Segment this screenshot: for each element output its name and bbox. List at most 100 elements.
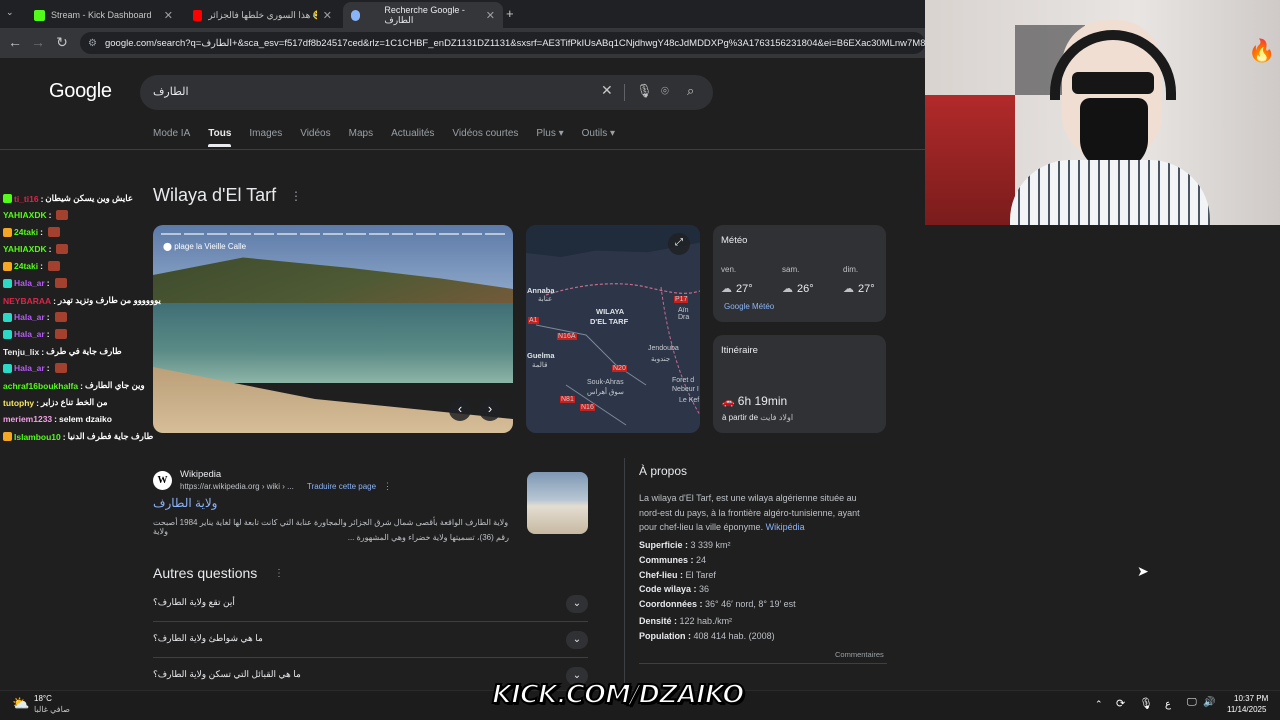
photo-sea bbox=[153, 303, 513, 383]
url-bar[interactable]: ⚙ google.com/search?q=الطارف+&sca_esv=f5… bbox=[80, 32, 925, 54]
beach-photo[interactable]: ⬤ plage la Vieille Calle ‹ › bbox=[153, 225, 513, 433]
tab-google-search[interactable]: Recherche Google - الطارف ✕ bbox=[343, 2, 503, 28]
tab-youtube-video[interactable]: هذا السوري خلطها فالجزائر 😂 - e ✕ bbox=[185, 2, 340, 28]
search-icon[interactable]: ⌕ bbox=[687, 83, 694, 99]
address-row: ← → ↻ ⚙ google.com/search?q=الطارف+&sca_… bbox=[0, 28, 925, 58]
tab-ai-mode[interactable]: Mode IA bbox=[153, 128, 190, 147]
weather-source-link[interactable]: Google Météo bbox=[724, 302, 774, 311]
striped-shirt bbox=[1010, 160, 1210, 225]
clear-icon[interactable]: ✕ bbox=[601, 82, 613, 99]
tab-more[interactable]: Plus ▾ bbox=[536, 128, 563, 147]
tabs-divider bbox=[0, 149, 925, 150]
result-thumbnail[interactable] bbox=[527, 472, 588, 534]
chevron-down-icon[interactable]: ⌄ bbox=[566, 595, 588, 613]
chat-emote bbox=[54, 312, 67, 322]
expand-map-icon[interactable]: ⤢ bbox=[668, 233, 690, 255]
result-url[interactable]: https://ar.wikipedia.org › wiki › ... bbox=[180, 482, 294, 491]
result-source[interactable]: Wikipedia bbox=[180, 469, 221, 480]
google-results-page: Google الطارف ✕ 🎙 ⌾ ⌕ Mode IA Tous Image… bbox=[0, 58, 925, 690]
chat-message: Tenju_lix: طارف جاية في طرف bbox=[3, 346, 122, 357]
tab-short-videos[interactable]: Vidéos courtes bbox=[452, 128, 518, 147]
taskbar-time[interactable]: 10:37 PM bbox=[1234, 694, 1268, 703]
chevron-down-icon[interactable]: ⌄ bbox=[566, 631, 588, 649]
map-lines bbox=[535, 283, 700, 426]
prev-photo-button[interactable]: ‹ bbox=[449, 399, 471, 421]
about-bottom-divider bbox=[639, 663, 887, 664]
weather-icon[interactable]: ⛅ bbox=[12, 695, 29, 712]
chat-message: Islambou10: طارف جاية فطرف الدنيا bbox=[3, 431, 153, 442]
search-box[interactable]: الطارف ✕ 🎙 ⌾ ⌕ bbox=[140, 75, 713, 110]
tab-close-icon[interactable]: ✕ bbox=[323, 9, 332, 22]
weather-temp: 27° bbox=[858, 283, 875, 295]
taskbar-weather-desc[interactable]: صافي غالبا bbox=[34, 705, 70, 714]
cloud-icon: ☁ bbox=[782, 283, 793, 295]
fact-code-wilaya: 36 bbox=[699, 584, 710, 594]
taskbar-date[interactable]: 11/14/2025 bbox=[1227, 705, 1266, 714]
google-logo[interactable]: Google bbox=[49, 80, 112, 103]
result-menu-icon[interactable]: ⋮ bbox=[383, 481, 392, 492]
sync-icon[interactable]: ⟳ bbox=[1116, 697, 1125, 710]
chat-message: 24taki: bbox=[3, 261, 60, 271]
language-indicator[interactable]: ع bbox=[1165, 699, 1171, 710]
new-tab-button[interactable]: + bbox=[506, 6, 514, 21]
tab-videos[interactable]: Vidéos bbox=[300, 128, 330, 147]
tab-news[interactable]: Actualités bbox=[391, 128, 434, 147]
volume-icon[interactable]: 🔊 bbox=[1203, 697, 1215, 708]
chat-badge-icon bbox=[3, 261, 12, 271]
map-label: عنابة bbox=[538, 296, 553, 303]
tab-close-icon[interactable]: ✕ bbox=[486, 9, 495, 22]
tray-expand-icon[interactable]: ⌃ bbox=[1095, 699, 1103, 710]
tab-title: Recherche Google - الطارف bbox=[384, 4, 465, 25]
region-map[interactable]: ⤢ Annaba عنابة WILAYA D'EL TARF Guelma ق… bbox=[526, 225, 700, 433]
map-label: Aïn Dra bbox=[678, 307, 690, 321]
chat-message: YAHIAXDK: bbox=[3, 210, 69, 220]
itinerary-from-place: اولاد فايت bbox=[760, 413, 794, 422]
tab-all[interactable]: Tous bbox=[208, 128, 232, 147]
map-label: قالمة bbox=[532, 362, 548, 369]
chat-emote bbox=[54, 278, 67, 288]
chat-badge-icon bbox=[3, 194, 12, 203]
map-label: Annaba bbox=[527, 286, 555, 295]
question-row[interactable]: ما هي شواطئ ولاية الطارف؟ ⌄ bbox=[153, 624, 588, 658]
map-label: WILAYA bbox=[596, 307, 625, 316]
translate-link[interactable]: Traduire cette page bbox=[307, 482, 376, 491]
reload-icon[interactable]: ↻ bbox=[53, 34, 71, 51]
wikipedia-link[interactable]: Wikipédia bbox=[766, 522, 805, 532]
feedback-link[interactable]: Commentaires bbox=[835, 650, 884, 659]
itinerary-card[interactable]: Itinéraire 🚗 6h 19min à partir de اولاد … bbox=[713, 335, 886, 433]
chat-message: NEYBARAA: يوووووو من طارف وتزيد تهدر bbox=[3, 295, 161, 306]
wikipedia-icon: W bbox=[153, 471, 172, 490]
more-options-icon[interactable]: ⋮ bbox=[290, 189, 302, 203]
taskbar-temperature[interactable]: 18°C bbox=[34, 694, 52, 703]
next-photo-button[interactable]: › bbox=[479, 399, 501, 421]
kick-url-text: KICK.COM/DZAIKO bbox=[491, 679, 745, 711]
weather-day: sam. bbox=[782, 265, 800, 274]
chat-badge-icon bbox=[3, 278, 12, 288]
network-icon[interactable]: 🖵 bbox=[1187, 697, 1197, 708]
tab-tools[interactable]: Outils ▾ bbox=[582, 128, 615, 147]
question-row[interactable]: أين تقع ولاية الطارف؟ ⌄ bbox=[153, 588, 588, 622]
chat-badge-icon bbox=[3, 363, 12, 373]
tab-kick-dashboard[interactable]: Stream - Kick Dashboard ✕ bbox=[26, 2, 181, 28]
back-arrow-icon[interactable]: ← bbox=[6, 34, 24, 50]
chat-message: tutophy: من الخط تناع دزاير bbox=[3, 397, 108, 408]
search-input[interactable]: الطارف bbox=[153, 85, 189, 98]
tab-images[interactable]: Images bbox=[249, 128, 282, 147]
camera-lens-icon[interactable]: ⌾ bbox=[661, 83, 669, 99]
tab-maps[interactable]: Maps bbox=[349, 128, 373, 147]
search-divider bbox=[624, 84, 625, 101]
chat-emote bbox=[56, 210, 69, 220]
forward-arrow-icon[interactable]: → bbox=[29, 34, 47, 50]
questions-menu-icon[interactable]: ⋮ bbox=[274, 568, 284, 579]
cloud-icon: ☁ bbox=[721, 283, 732, 295]
result-title-link[interactable]: ولاية الطارف bbox=[153, 496, 217, 510]
microphone-icon[interactable]: 🎙 bbox=[636, 83, 653, 99]
chat-message: Hala_ar: bbox=[3, 363, 67, 373]
cloud-icon: ☁ bbox=[843, 283, 854, 295]
chat-badge-icon bbox=[3, 227, 12, 237]
site-info-icon[interactable]: ⚙ bbox=[88, 38, 97, 49]
weather-card[interactable]: Météo ven. sam. dim. ☁ 27° ☁ 26° ☁ 27° Goog… bbox=[713, 225, 886, 322]
tab-search-icon[interactable]: ⌄ bbox=[6, 7, 14, 18]
microphone-tray-icon[interactable]: 🎙 bbox=[1139, 697, 1153, 710]
tab-close-icon[interactable]: ✕ bbox=[164, 9, 173, 22]
